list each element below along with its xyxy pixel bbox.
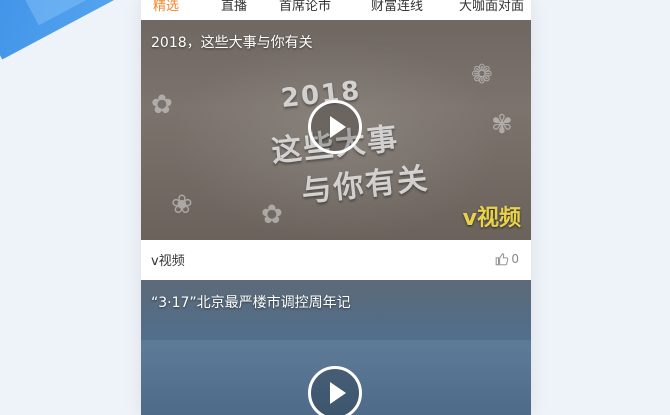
brand-watermark: v视频 [462, 206, 521, 231]
tab-wealth-connect[interactable]: 财富连线 [371, 0, 423, 14]
video-source: v视频 [151, 254, 185, 269]
flower-decoration: ✿ [151, 90, 173, 120]
like-count: 0 [511, 252, 519, 266]
flower-decoration: ✿ [261, 200, 283, 230]
video-title: “3·17”北京最严楼市调控周年记 [151, 295, 351, 311]
video-card[interactable]: ✿ ❀ ❁ ✾ ✿ 2018，这些大事与你有关 2018 这些大事 与你有关 v… [141, 20, 531, 240]
tab-featured[interactable]: 精选 [153, 0, 179, 14]
thumbs-up-icon [496, 253, 509, 266]
video-meta: v视频 0 [141, 240, 531, 281]
flower-decoration: ❁ [471, 60, 493, 90]
tab-expert-talk[interactable]: 大咖面对面 [459, 0, 524, 14]
video-card[interactable]: “3·17”北京最严楼市调控周年记 [141, 280, 531, 415]
tab-chief-market[interactable]: 首席论市 [279, 0, 331, 14]
play-icon[interactable] [308, 100, 362, 154]
flower-decoration: ❀ [171, 190, 193, 220]
flower-decoration: ✾ [491, 110, 513, 140]
background-decoration [0, 0, 162, 60]
tab-live[interactable]: 直播 [221, 0, 247, 14]
video-title: 2018，这些大事与你有关 [151, 35, 313, 51]
phone-screen: 精选 直播 首席论市 财富连线 大咖面对面 ✿ ❀ ❁ ✾ ✿ 2018，这些大… [141, 0, 531, 415]
play-icon[interactable] [308, 366, 362, 415]
like-button[interactable]: 0 [495, 252, 519, 266]
tab-bar: 精选 直播 首席论市 财富连线 大咖面对面 [141, 0, 531, 20]
